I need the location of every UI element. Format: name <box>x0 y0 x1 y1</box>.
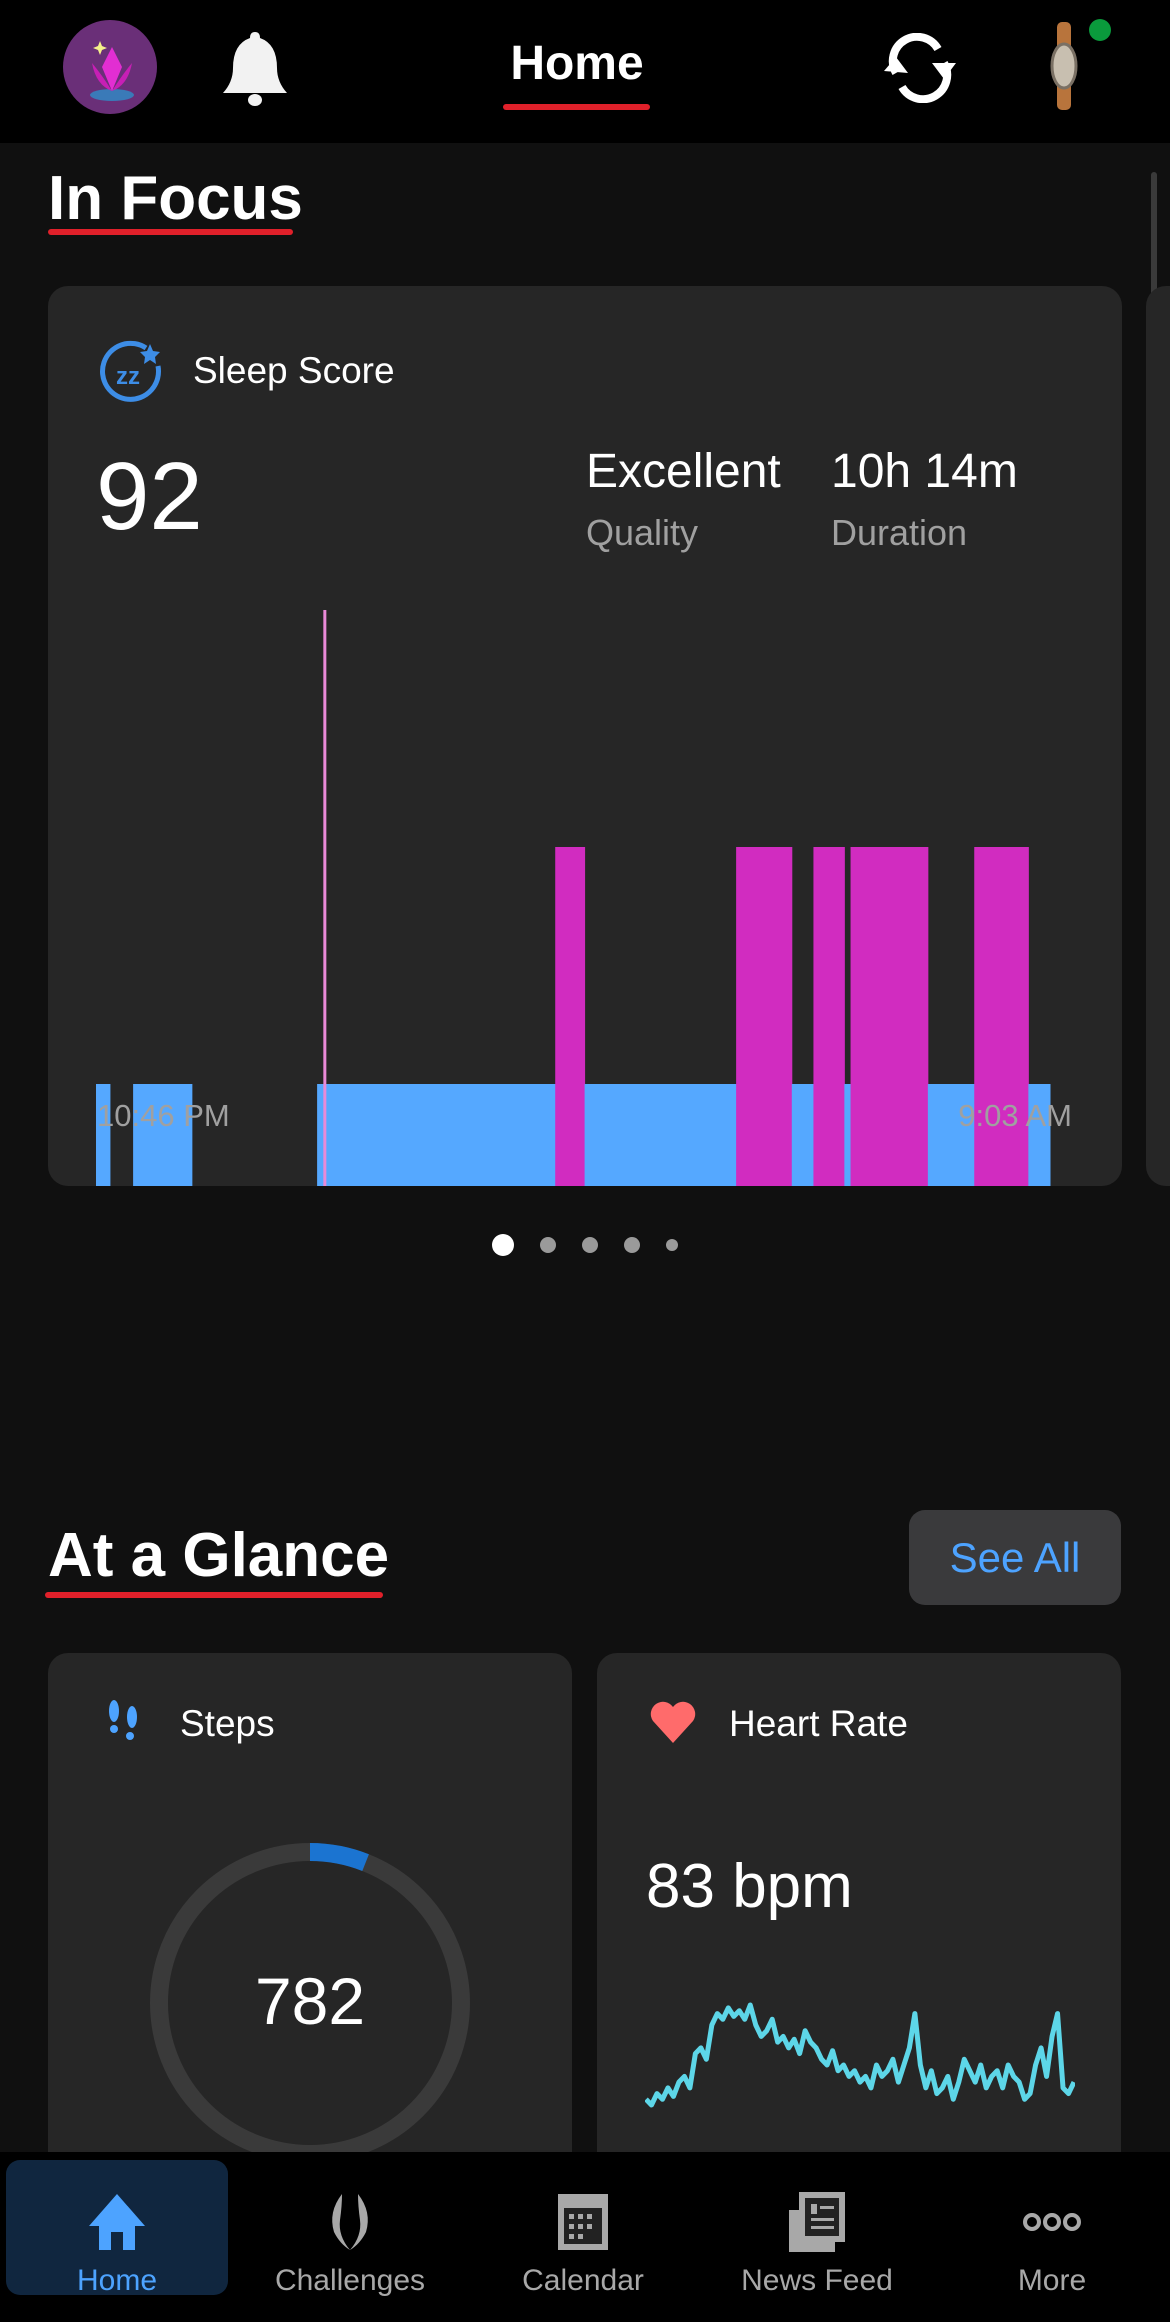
nav-label: Challenges <box>274 2264 426 2297</box>
bottom-navigation: Home Challenges Calendar News Feed More <box>0 2152 1170 2322</box>
next-card-peek[interactable] <box>1146 286 1170 1186</box>
sleep-rem-bar <box>974 847 1029 1186</box>
heading-underline <box>48 229 293 235</box>
sleep-light-bar <box>584 1084 737 1186</box>
page-title: Home <box>510 37 644 90</box>
sync-icon[interactable] <box>880 33 960 103</box>
pager-dot[interactable] <box>540 1237 556 1253</box>
sleep-light-bar <box>844 1084 852 1186</box>
sleep-rem-bar <box>813 847 845 1186</box>
lotus-avatar-icon[interactable] <box>62 19 158 115</box>
nav-label: Home <box>76 2264 158 2297</box>
start-time-label: 10:46 PM <box>97 1098 230 1133</box>
pager-dot[interactable] <box>492 1234 514 1256</box>
nav-home[interactable]: Home <box>6 2160 228 2297</box>
heart-rate-sparkline <box>645 2002 1075 2108</box>
pager-dot[interactable] <box>624 1237 640 1253</box>
steps-card[interactable]: Steps 782 <box>48 1653 572 2173</box>
nav-label: Calendar <box>522 2264 644 2297</box>
nav-news-feed[interactable]: News Feed <box>706 2160 928 2297</box>
newspaper-icon <box>789 2192 845 2252</box>
at-a-glance-heading: At a Glance <box>48 1521 390 1590</box>
footsteps-icon <box>109 1700 137 1740</box>
heading-underline <box>45 1592 383 1598</box>
sleep-stage-chart: Zz <box>96 610 1051 1186</box>
heart-rate-value: 83 bpm <box>646 1852 853 1921</box>
nav-more[interactable]: More <box>941 2160 1163 2297</box>
sleep-light-bar <box>791 1084 814 1186</box>
nav-label: News Feed <box>741 2264 893 2297</box>
card-title: Heart Rate <box>729 1703 908 1744</box>
heart-rate-card[interactable]: Heart Rate 83 bpm <box>597 1653 1121 2173</box>
calendar-icon <box>558 2194 608 2250</box>
sleep-rem-bar <box>736 847 793 1186</box>
end-time-label: 9:03 AM <box>958 1098 1072 1133</box>
more-dots-icon <box>1023 2213 1081 2231</box>
nav-calendar[interactable]: Calendar <box>472 2160 694 2297</box>
sleep-awake-mark <box>323 610 327 1186</box>
sleep-rem-bar <box>555 847 586 1186</box>
carousel-pager[interactable] <box>0 1233 1170 1257</box>
in-focus-heading: In Focus <box>48 164 303 233</box>
watch-device-icon[interactable] <box>1040 18 1120 114</box>
card-title: Steps <box>180 1703 275 1744</box>
sleep-light-bar <box>317 1084 556 1186</box>
sleep-score-card[interactable]: zz Sleep Score 92 Excellent Quality 10h … <box>48 286 1122 1186</box>
nav-label: More <box>1017 2264 1087 2297</box>
nav-challenges[interactable]: Challenges <box>239 2160 461 2297</box>
home-icon <box>89 2194 145 2250</box>
device-connected-dot <box>1089 19 1111 41</box>
top-bar: Home <box>0 0 1170 143</box>
bell-icon[interactable] <box>222 30 288 106</box>
title-underline <box>503 104 650 110</box>
see-all-button[interactable]: See All <box>909 1510 1121 1605</box>
laurel-icon <box>332 2194 368 2250</box>
pager-dot[interactable] <box>666 1239 678 1251</box>
sleep-rem-bar <box>850 847 929 1186</box>
steps-value: 782 <box>254 1964 366 2038</box>
pager-dot[interactable] <box>582 1237 598 1253</box>
heart-rate-line <box>645 2002 1075 2108</box>
heart-icon <box>650 1701 696 1743</box>
